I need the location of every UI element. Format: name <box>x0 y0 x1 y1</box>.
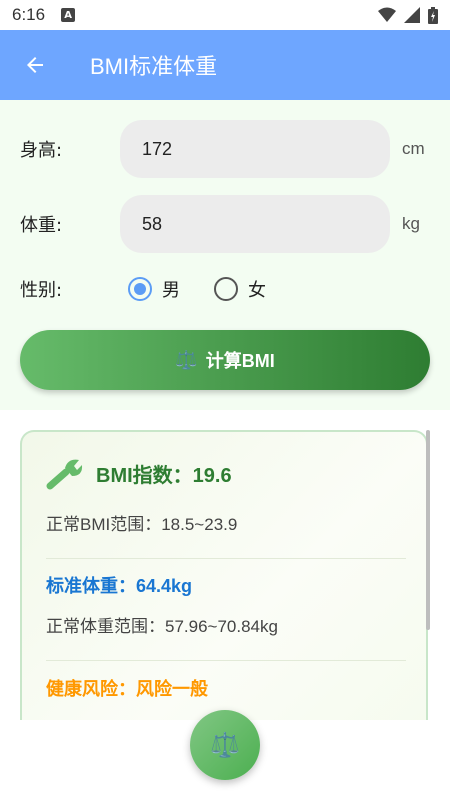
height-input[interactable]: 172 <box>120 120 390 178</box>
gender-male-label: 男 <box>162 280 180 301</box>
wifi-icon <box>378 7 396 22</box>
gender-row: 性别: 男 女 <box>20 276 300 302</box>
weight-label: 体重: <box>20 215 63 236</box>
battery-icon <box>428 6 438 24</box>
weight-unit: kg <box>402 214 420 233</box>
status-icons <box>378 6 438 24</box>
bmi-value: BMI指数：19.6 <box>96 464 232 487</box>
weight-normal-range: 正常体重范围：57.96~70.84kg <box>46 617 278 636</box>
scale-icon: ⚖️ <box>175 349 198 370</box>
bmi-normal-range: 正常BMI范围：18.5~23.9 <box>46 515 238 534</box>
height-unit: cm <box>402 139 425 158</box>
divider <box>46 558 406 559</box>
status-time: 6:16 <box>12 5 46 24</box>
height-row: 身高: 172 cm <box>20 120 425 178</box>
weight-row: 体重: 58 kg <box>20 195 420 253</box>
signal-icon <box>404 7 420 23</box>
wrench-icon <box>46 459 83 490</box>
standard-weight: 标准体重：64.4kg <box>46 576 193 596</box>
radio-unchecked-icon <box>214 277 238 301</box>
arrow-left-icon <box>27 57 43 73</box>
gender-female-radio[interactable]: 女 <box>214 276 266 302</box>
notification-a-icon: A <box>61 8 76 22</box>
scale-icon: ⚖️ <box>210 731 240 759</box>
scrollbar[interactable] <box>426 430 430 630</box>
weight-input[interactable]: 58 <box>120 195 390 253</box>
calculate-bmi-button[interactable]: ⚖️ 计算BMI <box>20 330 430 390</box>
scale-fab-button[interactable]: ⚖️ <box>190 710 260 780</box>
page-title: BMI标准体重 <box>90 54 218 79</box>
height-label: 身高: <box>20 140 63 161</box>
calculate-bmi-label: 计算BMI <box>205 351 275 371</box>
back-button[interactable] <box>0 30 70 100</box>
status-bar: 6:16 A <box>0 0 450 30</box>
radio-checked-icon <box>128 277 152 301</box>
gender-label: 性别: <box>20 280 63 301</box>
health-risk: 健康风险：风险一般 <box>46 679 208 699</box>
divider <box>46 660 406 661</box>
gender-female-label: 女 <box>248 280 266 301</box>
result-card: BMI指数：19.6 正常BMI范围：18.5~23.9 标准体重：64.4kg… <box>20 430 428 720</box>
app-bar: BMI标准体重 <box>0 30 450 100</box>
gender-male-radio[interactable]: 男 <box>128 276 180 302</box>
bmi-result-header: BMI指数：19.6 <box>46 456 232 490</box>
